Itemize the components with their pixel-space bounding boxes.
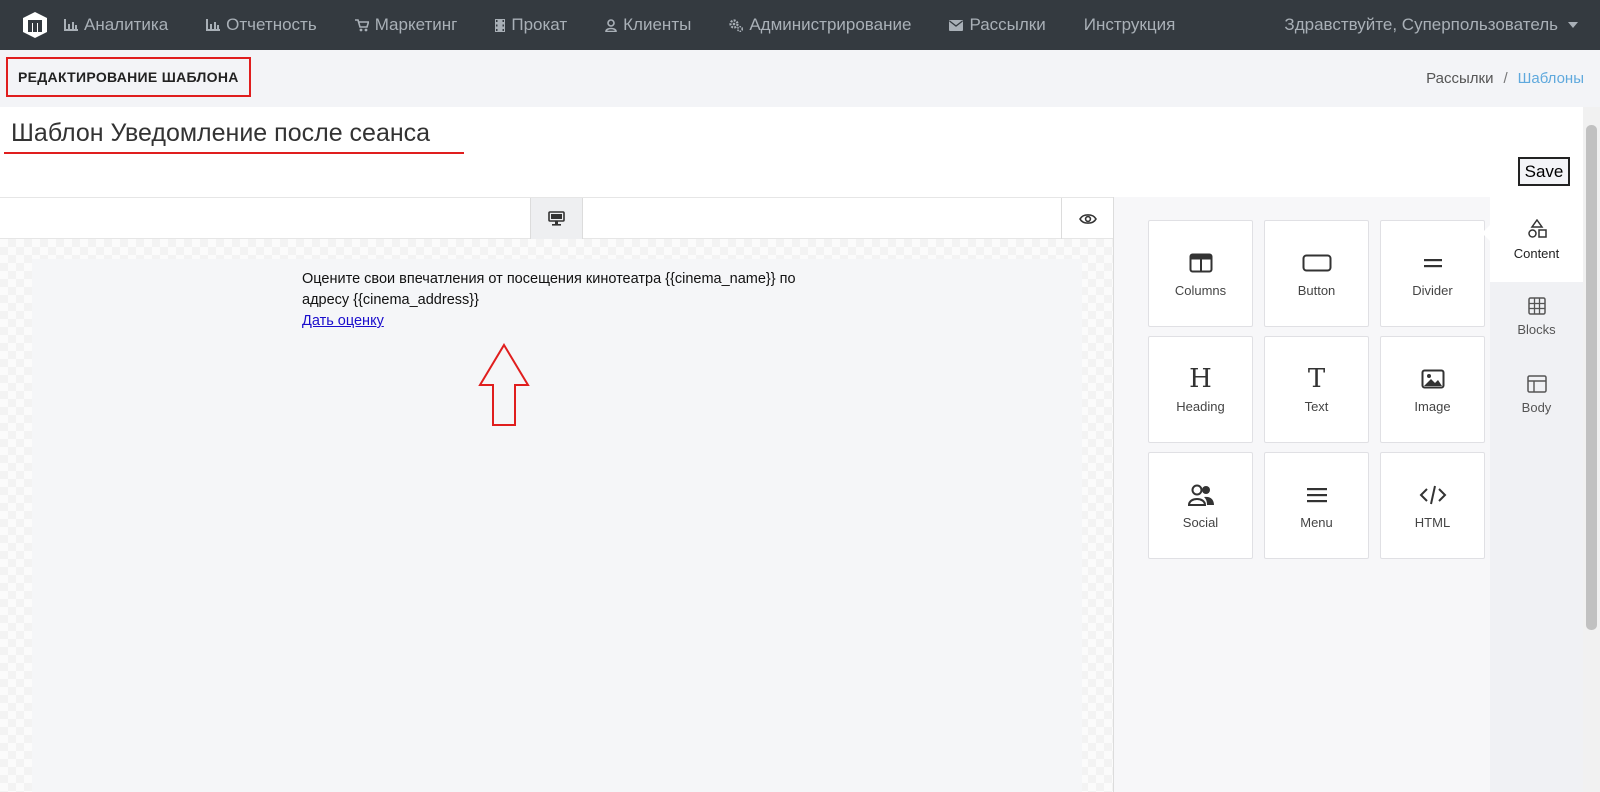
nav-item-administration[interactable]: Администрирование	[729, 15, 911, 35]
envelope-icon	[949, 19, 964, 31]
breadcrumb-separator: /	[1503, 70, 1508, 87]
tool-image[interactable]: Image	[1380, 336, 1485, 443]
tool-text[interactable]: T Text	[1264, 336, 1369, 443]
nav-item-marketing[interactable]: Маркетинг	[354, 15, 458, 35]
tab-label: Blocks	[1517, 322, 1556, 337]
tool-label: Divider	[1412, 283, 1453, 298]
tool-button[interactable]: Button	[1264, 220, 1369, 327]
top-navbar: Аналитика Отчетность Маркетинг Прокат Кл…	[0, 0, 1600, 50]
breadcrumb: Рассылки / Шаблоны	[1426, 50, 1584, 107]
tools-panel: Columns Button Divider H Heading T Text …	[1113, 197, 1490, 792]
editor-canvas[interactable]: Оцените свои впечатления от посещения ки…	[0, 239, 1113, 792]
tool-divider[interactable]: Divider	[1380, 220, 1485, 327]
gears-icon	[729, 18, 744, 32]
nav-item-label: Администрирование	[749, 15, 912, 34]
nav-item-label: Инструкция	[1083, 15, 1176, 34]
preview-button[interactable]	[1061, 198, 1113, 239]
email-body[interactable]: Оцените свои впечатления от посещения ки…	[32, 259, 1082, 792]
divider-icon	[1422, 249, 1444, 277]
tool-html[interactable]: HTML	[1380, 452, 1485, 559]
user-menu-dropdown[interactable]: Здравствуйте, Суперпользователь	[1284, 0, 1578, 50]
tool-label: Menu	[1300, 515, 1333, 530]
shapes-icon	[1527, 218, 1547, 242]
save-button[interactable]: Save	[1518, 157, 1570, 186]
nav-item-analytics[interactable]: Аналитика	[64, 15, 168, 35]
editor-side-tabs: Content Blocks Body	[1482, 197, 1583, 792]
active-tab-notch	[1482, 225, 1490, 241]
body-layout-icon	[1526, 375, 1547, 396]
page-header: РЕДАКТИРОВАНИЕ ШАБЛОНА Рассылки / Шаблон…	[0, 50, 1600, 107]
nav-item-instructions[interactable]: Инструкция	[1084, 15, 1176, 35]
tool-label: Image	[1414, 399, 1451, 414]
tab-label: Content	[1513, 245, 1560, 261]
code-icon	[1419, 481, 1447, 509]
tool-label: Columns	[1174, 283, 1227, 298]
editor-toolbar	[0, 197, 1113, 239]
user-greeting: Здравствуйте, Суперпользователь	[1284, 15, 1558, 34]
email-text: Оцените свои впечатления от посещения ки…	[302, 271, 796, 308]
breadcrumb-link-mailings[interactable]: Рассылки	[1426, 70, 1493, 87]
columns-icon	[1189, 249, 1213, 277]
button-icon	[1302, 249, 1332, 277]
film-icon	[495, 18, 506, 32]
breadcrumb-link-templates[interactable]: Шаблоны	[1518, 70, 1584, 87]
image-icon	[1421, 365, 1445, 393]
tab-content[interactable]: Content	[1482, 197, 1583, 282]
nav-item-clients[interactable]: Клиенты	[605, 15, 691, 35]
cart-icon	[354, 18, 369, 31]
tab-body[interactable]: Body	[1490, 360, 1583, 430]
tool-label: Text	[1304, 399, 1329, 414]
nav-item-label: Прокат	[511, 15, 568, 34]
tool-heading[interactable]: H Heading	[1148, 336, 1253, 443]
nav-item-label: Отчетность	[226, 15, 317, 34]
tool-label: HTML	[1414, 515, 1451, 530]
text-icon: T	[1307, 364, 1326, 394]
social-icon	[1187, 481, 1215, 509]
heading-icon: H	[1189, 364, 1212, 394]
tool-label: Social	[1182, 515, 1219, 530]
desktop-view-button[interactable]	[530, 198, 583, 239]
nav-item-label: Маркетинг	[374, 15, 458, 34]
tool-menu[interactable]: Menu	[1264, 452, 1369, 559]
nav-item-label: Рассылки	[969, 15, 1046, 34]
page-title: РЕДАКТИРОВАНИЕ ШАБЛОНА	[6, 57, 251, 97]
desktop-icon	[548, 211, 565, 226]
menu-icon	[1306, 481, 1328, 509]
bar-chart-icon	[64, 19, 78, 31]
user-icon	[605, 18, 617, 32]
email-text-block[interactable]: Оцените свои впечатления от посещения ки…	[302, 269, 842, 332]
rate-link[interactable]: Дать оценку	[302, 313, 384, 329]
tool-social[interactable]: Social	[1148, 452, 1253, 559]
nav-item-reports[interactable]: Отчетность	[206, 15, 317, 35]
scrollbar-thumb[interactable]	[1586, 125, 1597, 630]
page-scrollbar[interactable]	[1583, 107, 1600, 792]
nav-item-mailings[interactable]: Рассылки	[949, 15, 1046, 35]
template-name-underline	[4, 152, 464, 154]
nav-item-distribution[interactable]: Прокат	[495, 15, 567, 35]
template-name: Шаблон Уведомление после сеанса	[11, 119, 431, 147]
tab-blocks[interactable]: Blocks	[1490, 282, 1583, 352]
tool-label: Heading	[1176, 399, 1225, 414]
brand-logo-icon[interactable]	[20, 10, 50, 40]
red-arrow-up-icon	[478, 343, 530, 426]
tab-label: Body	[1521, 400, 1552, 415]
eye-icon	[1078, 213, 1097, 224]
nav-item-label: Клиенты	[623, 15, 692, 34]
chevron-down-icon	[1568, 22, 1578, 28]
tool-label: Button	[1297, 283, 1336, 298]
bar-chart-icon	[206, 19, 221, 31]
blocks-icon	[1527, 297, 1546, 318]
tool-columns[interactable]: Columns	[1148, 220, 1253, 327]
nav-item-label: Аналитика	[84, 15, 169, 34]
